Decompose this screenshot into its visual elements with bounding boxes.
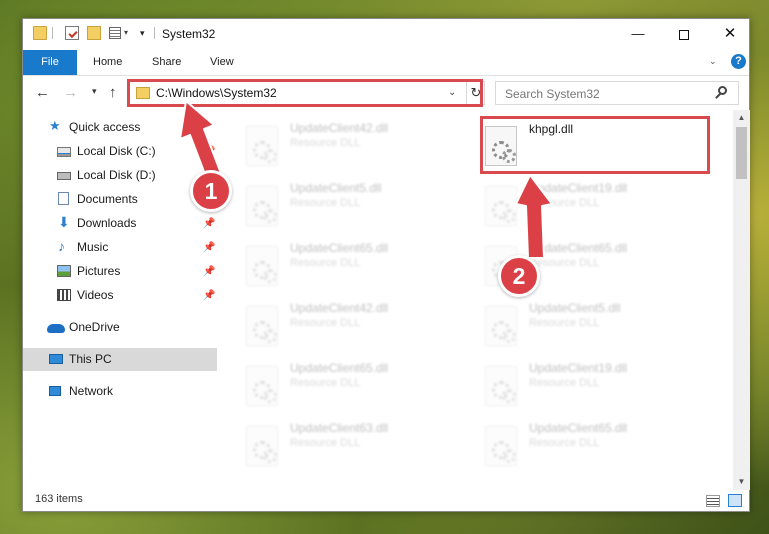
callout-2: 2 (498, 255, 540, 297)
annotation-arrows (179, 100, 553, 259)
arrow-2 (515, 174, 553, 259)
callout-1: 1 (190, 170, 232, 212)
